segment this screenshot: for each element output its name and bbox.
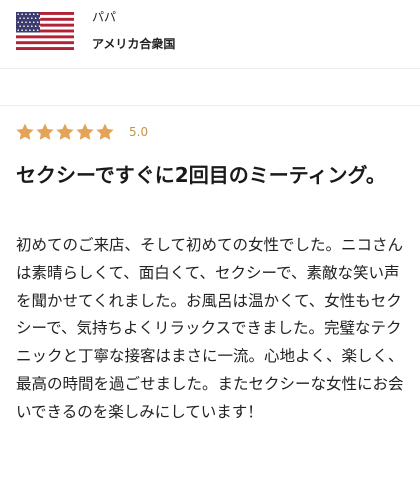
divider xyxy=(0,105,420,106)
star-icon xyxy=(36,123,54,140)
reviewer-country: アメリカ合衆国 xyxy=(92,37,176,51)
star-icon xyxy=(16,123,34,140)
reviewer-name: パパ xyxy=(92,10,117,24)
us-flag-icon xyxy=(16,12,74,50)
review-title: セクシーですぐに2回目のミーティング。 xyxy=(16,163,386,187)
reviewer-header: パパ アメリカ合衆国 xyxy=(0,0,420,68)
divider xyxy=(0,68,420,69)
star-icon xyxy=(96,123,114,140)
rating-row: 5.0 xyxy=(15,121,148,143)
rating-value: 5.0 xyxy=(129,125,149,139)
star-rating xyxy=(15,122,115,142)
star-icon xyxy=(56,123,74,140)
review-body: 初めてのご来店、そして初めての女性でした。ニコさんは素晴らしくて、面白くて、セク… xyxy=(16,236,404,421)
star-icon xyxy=(76,123,94,140)
